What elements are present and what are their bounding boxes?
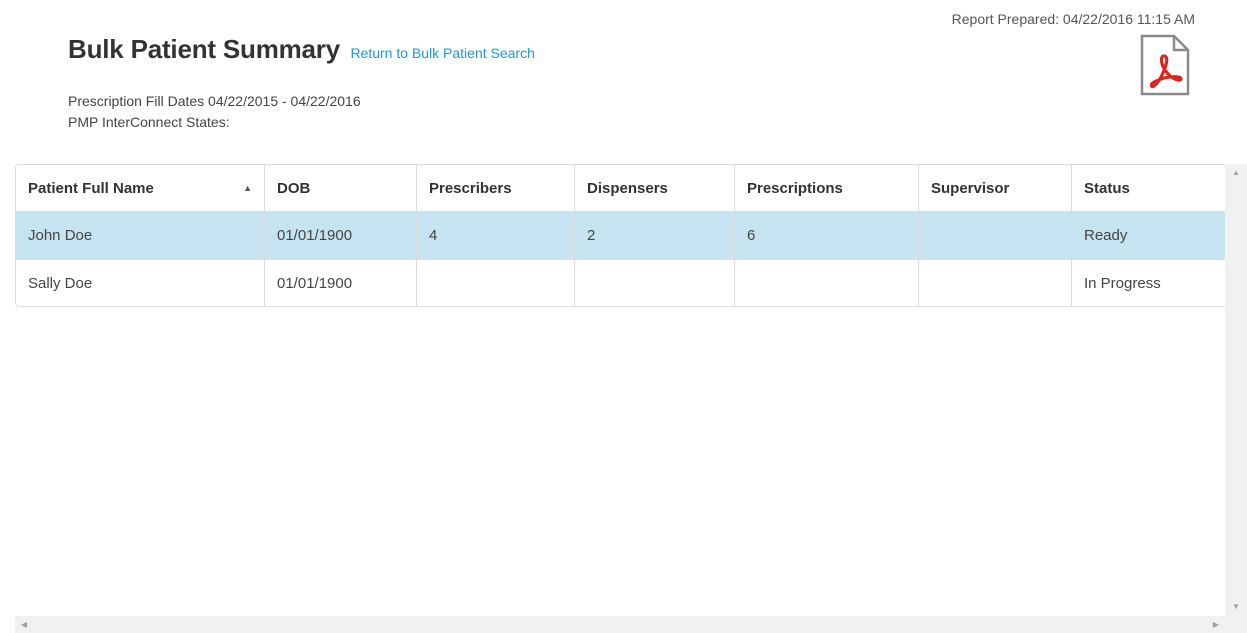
cell-status: In Progress — [1084, 274, 1161, 292]
return-to-search-link[interactable]: Return to Bulk Patient Search — [350, 45, 534, 61]
column-header-dob[interactable]: DOB — [265, 165, 417, 212]
grid-header-row: Patient Full Name ▲ DOB Prescribers Disp… — [16, 165, 1227, 212]
report-prepared-timestamp: Report Prepared: 04/22/2016 11:15 AM — [951, 11, 1195, 27]
pdf-icon[interactable] — [1140, 34, 1190, 96]
cell-prescriptions: 6 — [735, 212, 919, 260]
patient-grid: Patient Full Name ▲ DOB Prescribers Disp… — [15, 164, 1228, 307]
cell-supervisor — [919, 260, 1072, 306]
column-header-status[interactable]: Status — [1072, 165, 1227, 212]
interconnect-states-text: PMP InterConnect States: — [68, 114, 230, 130]
cell-status: Ready — [1072, 212, 1227, 260]
table-row[interactable]: Sally Doe 01/01/1900 In Progress — [16, 260, 1227, 306]
cell-supervisor — [919, 212, 1072, 260]
fill-dates-text: Prescription Fill Dates 04/22/2015 - 04/… — [68, 93, 361, 109]
column-header-patient-name[interactable]: Patient Full Name ▲ — [16, 165, 265, 212]
cell-dispensers — [575, 260, 735, 306]
column-header-dispensers[interactable]: Dispensers — [575, 165, 735, 212]
page-title: Bulk Patient Summary — [68, 34, 340, 64]
cell-patient-name: Sally Doe — [16, 260, 265, 306]
cell-dob: 01/01/1900 — [265, 212, 417, 260]
table-row[interactable]: John Doe 01/01/1900 4 2 6 Ready — [16, 212, 1227, 260]
horizontal-scrollbar[interactable]: ◀ ▶ — [15, 616, 1225, 633]
scrollbar-corner — [1225, 616, 1247, 633]
column-header-prescriptions[interactable]: Prescriptions — [735, 165, 919, 212]
scroll-right-icon[interactable]: ▶ — [1207, 616, 1225, 633]
scroll-down-icon[interactable]: ▼ — [1225, 598, 1247, 616]
column-header-supervisor[interactable]: Supervisor — [919, 165, 1072, 212]
report-meta: Prescription Fill Dates 04/22/2015 - 04/… — [68, 91, 361, 133]
column-header-label: Patient Full Name — [28, 179, 154, 197]
sort-ascending-icon[interactable]: ▲ — [243, 183, 252, 193]
scroll-up-icon[interactable]: ▲ — [1225, 164, 1247, 182]
scroll-left-icon[interactable]: ◀ — [15, 616, 33, 633]
cell-dob: 01/01/1900 — [265, 260, 417, 306]
cell-prescriptions — [735, 260, 919, 306]
cell-patient-name: John Doe — [16, 212, 265, 260]
vertical-scrollbar[interactable]: ▲ ▼ — [1225, 164, 1247, 616]
column-header-prescribers[interactable]: Prescribers — [417, 165, 575, 212]
cell-dispensers: 2 — [575, 212, 735, 260]
cell-prescribers — [417, 260, 575, 306]
title-row: Bulk Patient Summary Return to Bulk Pati… — [68, 34, 535, 65]
cell-prescribers: 4 — [417, 212, 575, 260]
